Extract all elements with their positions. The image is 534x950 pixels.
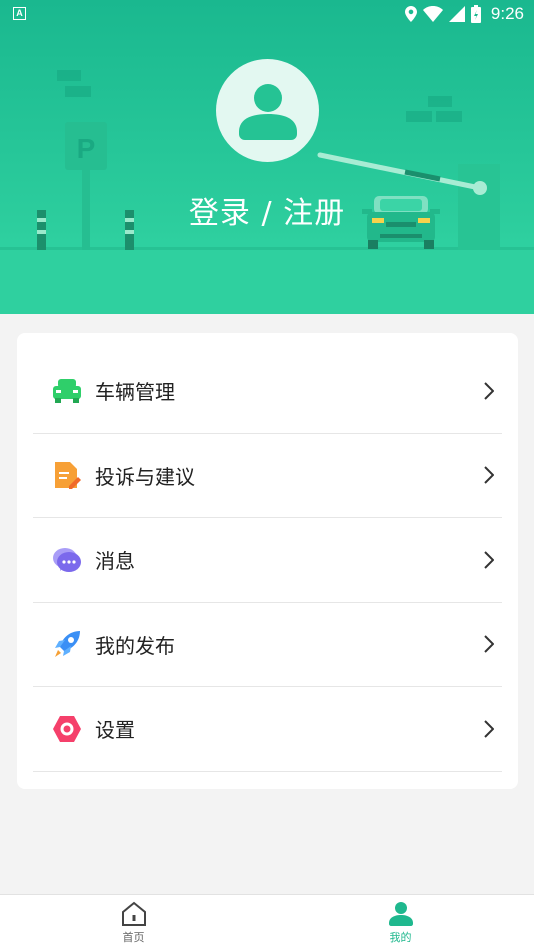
- location-icon: [404, 6, 417, 22]
- menu-item-settings[interactable]: 设置: [33, 687, 502, 772]
- a-letter-icon: A: [13, 7, 26, 20]
- menu-item-label: 投诉与建议: [95, 464, 195, 489]
- profile-header: P A 9:26 登录 / 注册: [0, 0, 534, 314]
- rocket-icon: [51, 628, 83, 660]
- menu-item-vehicle-management[interactable]: 车辆管理: [33, 349, 502, 434]
- parking-sign-letter: P: [77, 133, 96, 164]
- tab-label: 我的: [389, 931, 412, 944]
- tab-home[interactable]: 首页: [0, 895, 267, 950]
- chat-bubble-icon: [51, 544, 83, 576]
- login-register-link[interactable]: 登录 / 注册: [0, 188, 534, 232]
- menu-item-messages[interactable]: 消息: [33, 518, 502, 603]
- chevron-right-icon: [484, 382, 494, 400]
- profile-icon: [388, 902, 413, 926]
- menu-item-label: 设置: [95, 718, 135, 743]
- menu-item-label: 消息: [95, 549, 135, 574]
- home-icon: [121, 901, 146, 926]
- chevron-right-icon: [484, 720, 494, 738]
- menu-item-my-posts[interactable]: 我的发布: [33, 603, 502, 687]
- menu-card: 车辆管理 投诉与建议 消息 我的发布 设置: [17, 333, 518, 789]
- car-icon: [51, 375, 83, 407]
- battery-icon: [470, 5, 481, 23]
- chevron-right-icon: [484, 551, 494, 569]
- user-avatar-icon[interactable]: [216, 59, 319, 162]
- bottom-tab-bar: 首页 我的: [0, 894, 534, 950]
- menu-item-label: 我的发布: [95, 633, 175, 658]
- menu-item-complaints-suggestions[interactable]: 投诉与建议: [33, 434, 502, 518]
- tab-label: 首页: [122, 931, 145, 944]
- hexagon-settings-icon: [51, 713, 83, 745]
- status-bar: A 9:26: [0, 0, 534, 28]
- menu-item-label: 车辆管理: [95, 380, 175, 405]
- tab-mine[interactable]: 我的: [267, 895, 534, 950]
- chevron-right-icon: [484, 466, 494, 484]
- clock: 9:26: [490, 4, 524, 23]
- chevron-right-icon: [484, 635, 494, 653]
- document-edit-icon: [51, 459, 83, 491]
- wifi-icon: [422, 6, 443, 22]
- signal-icon: [448, 6, 465, 22]
